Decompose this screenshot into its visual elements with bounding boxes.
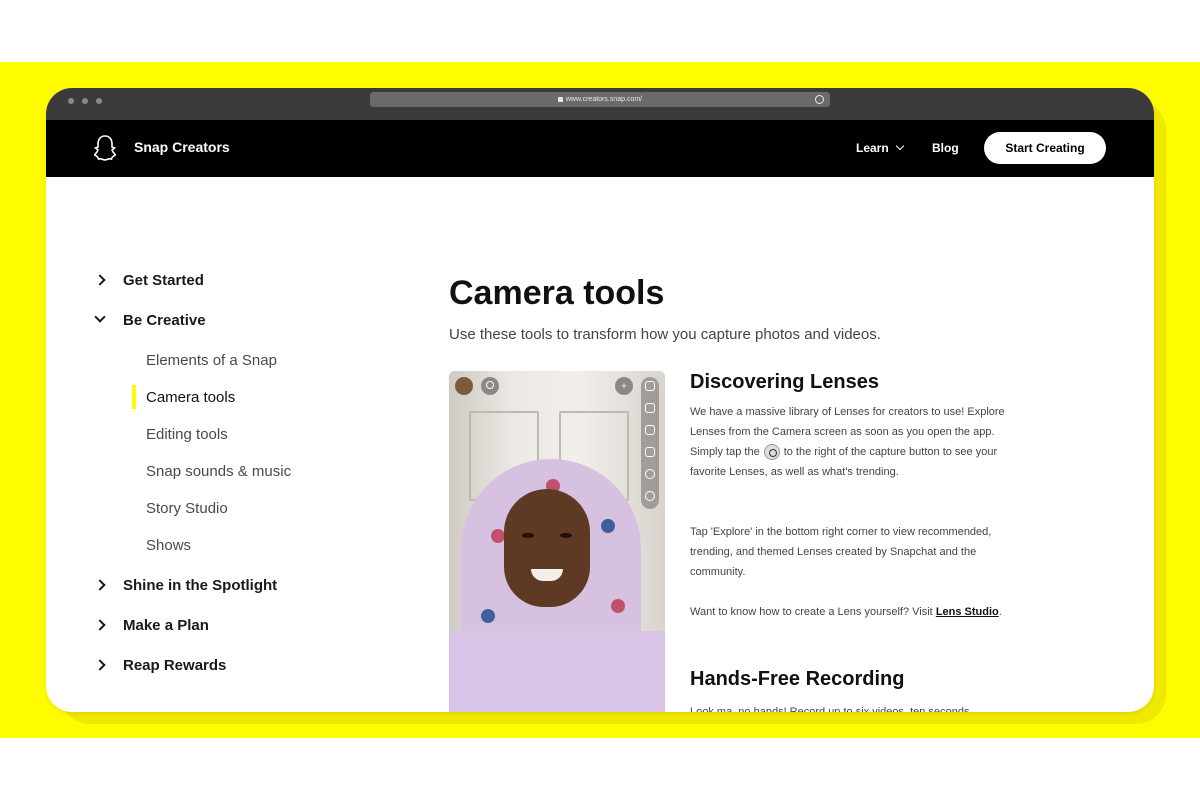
brand-name[interactable]: Snap Creators [134,139,230,155]
address-bar[interactable]: www.creators.snap.com/ [370,92,830,107]
sidebar-item-label: Shine in the Spotlight [123,577,278,594]
sidebar-subitem-editing-tools[interactable]: Editing tools [146,426,228,443]
sidebar-subitem-elements[interactable]: Elements of a Snap [146,352,277,369]
lens-studio-link[interactable]: Lens Studio [936,606,999,618]
sidebar-item-make-a-plan[interactable]: Make a Plan [94,613,346,637]
maximize-dot-icon[interactable] [96,98,102,104]
sidebar-item-label: Reap Rewards [123,657,227,674]
nav-learn-label: Learn [856,141,889,155]
chevron-down-icon [94,311,106,323]
chevron-right-icon [94,274,106,286]
chevron-right-icon [94,579,106,591]
browser-titlebar: www.creators.snap.com/ [46,88,1154,120]
sidebar-subitem-shows[interactable]: Shows [146,537,191,554]
lock-icon [557,96,563,102]
chevron-down-icon [895,141,904,151]
minimize-dot-icon[interactable] [82,98,88,104]
sidebar-item-shine[interactable]: Shine in the Spotlight [94,573,346,597]
snapchat-ghost-icon[interactable] [94,135,116,161]
chevron-right-icon [94,619,106,631]
site-navbar: Snap Creators Learn Blog Start Creating [46,120,1154,177]
sidebar-item-get-started[interactable]: Get Started [94,268,346,292]
sidebar-item-label: Make a Plan [123,617,209,634]
sidebar-subitem-camera-tools[interactable]: Camera tools [146,389,235,406]
active-indicator [132,385,136,409]
nav-blog-link[interactable]: Blog [932,141,959,155]
reload-icon[interactable] [815,95,824,104]
sidebar-item-label: Get Started [123,272,204,289]
nav-learn-menu[interactable]: Learn [856,141,904,155]
sidebar-item-reap-rewards[interactable]: Reap Rewards [94,653,346,677]
chevron-right-icon [94,659,106,671]
start-creating-button[interactable]: Start Creating [984,132,1106,164]
url-text: www.creators.snap.com/ [565,96,643,103]
sidebar-subitem-story-studio[interactable]: Story Studio [146,500,228,517]
close-dot-icon[interactable] [68,98,74,104]
sidebar-subitem-sounds[interactable]: Snap sounds & music [146,463,291,480]
sidebar-item-label: Be Creative [123,312,206,329]
sidebar-item-be-creative[interactable]: Be Creative [94,308,346,332]
